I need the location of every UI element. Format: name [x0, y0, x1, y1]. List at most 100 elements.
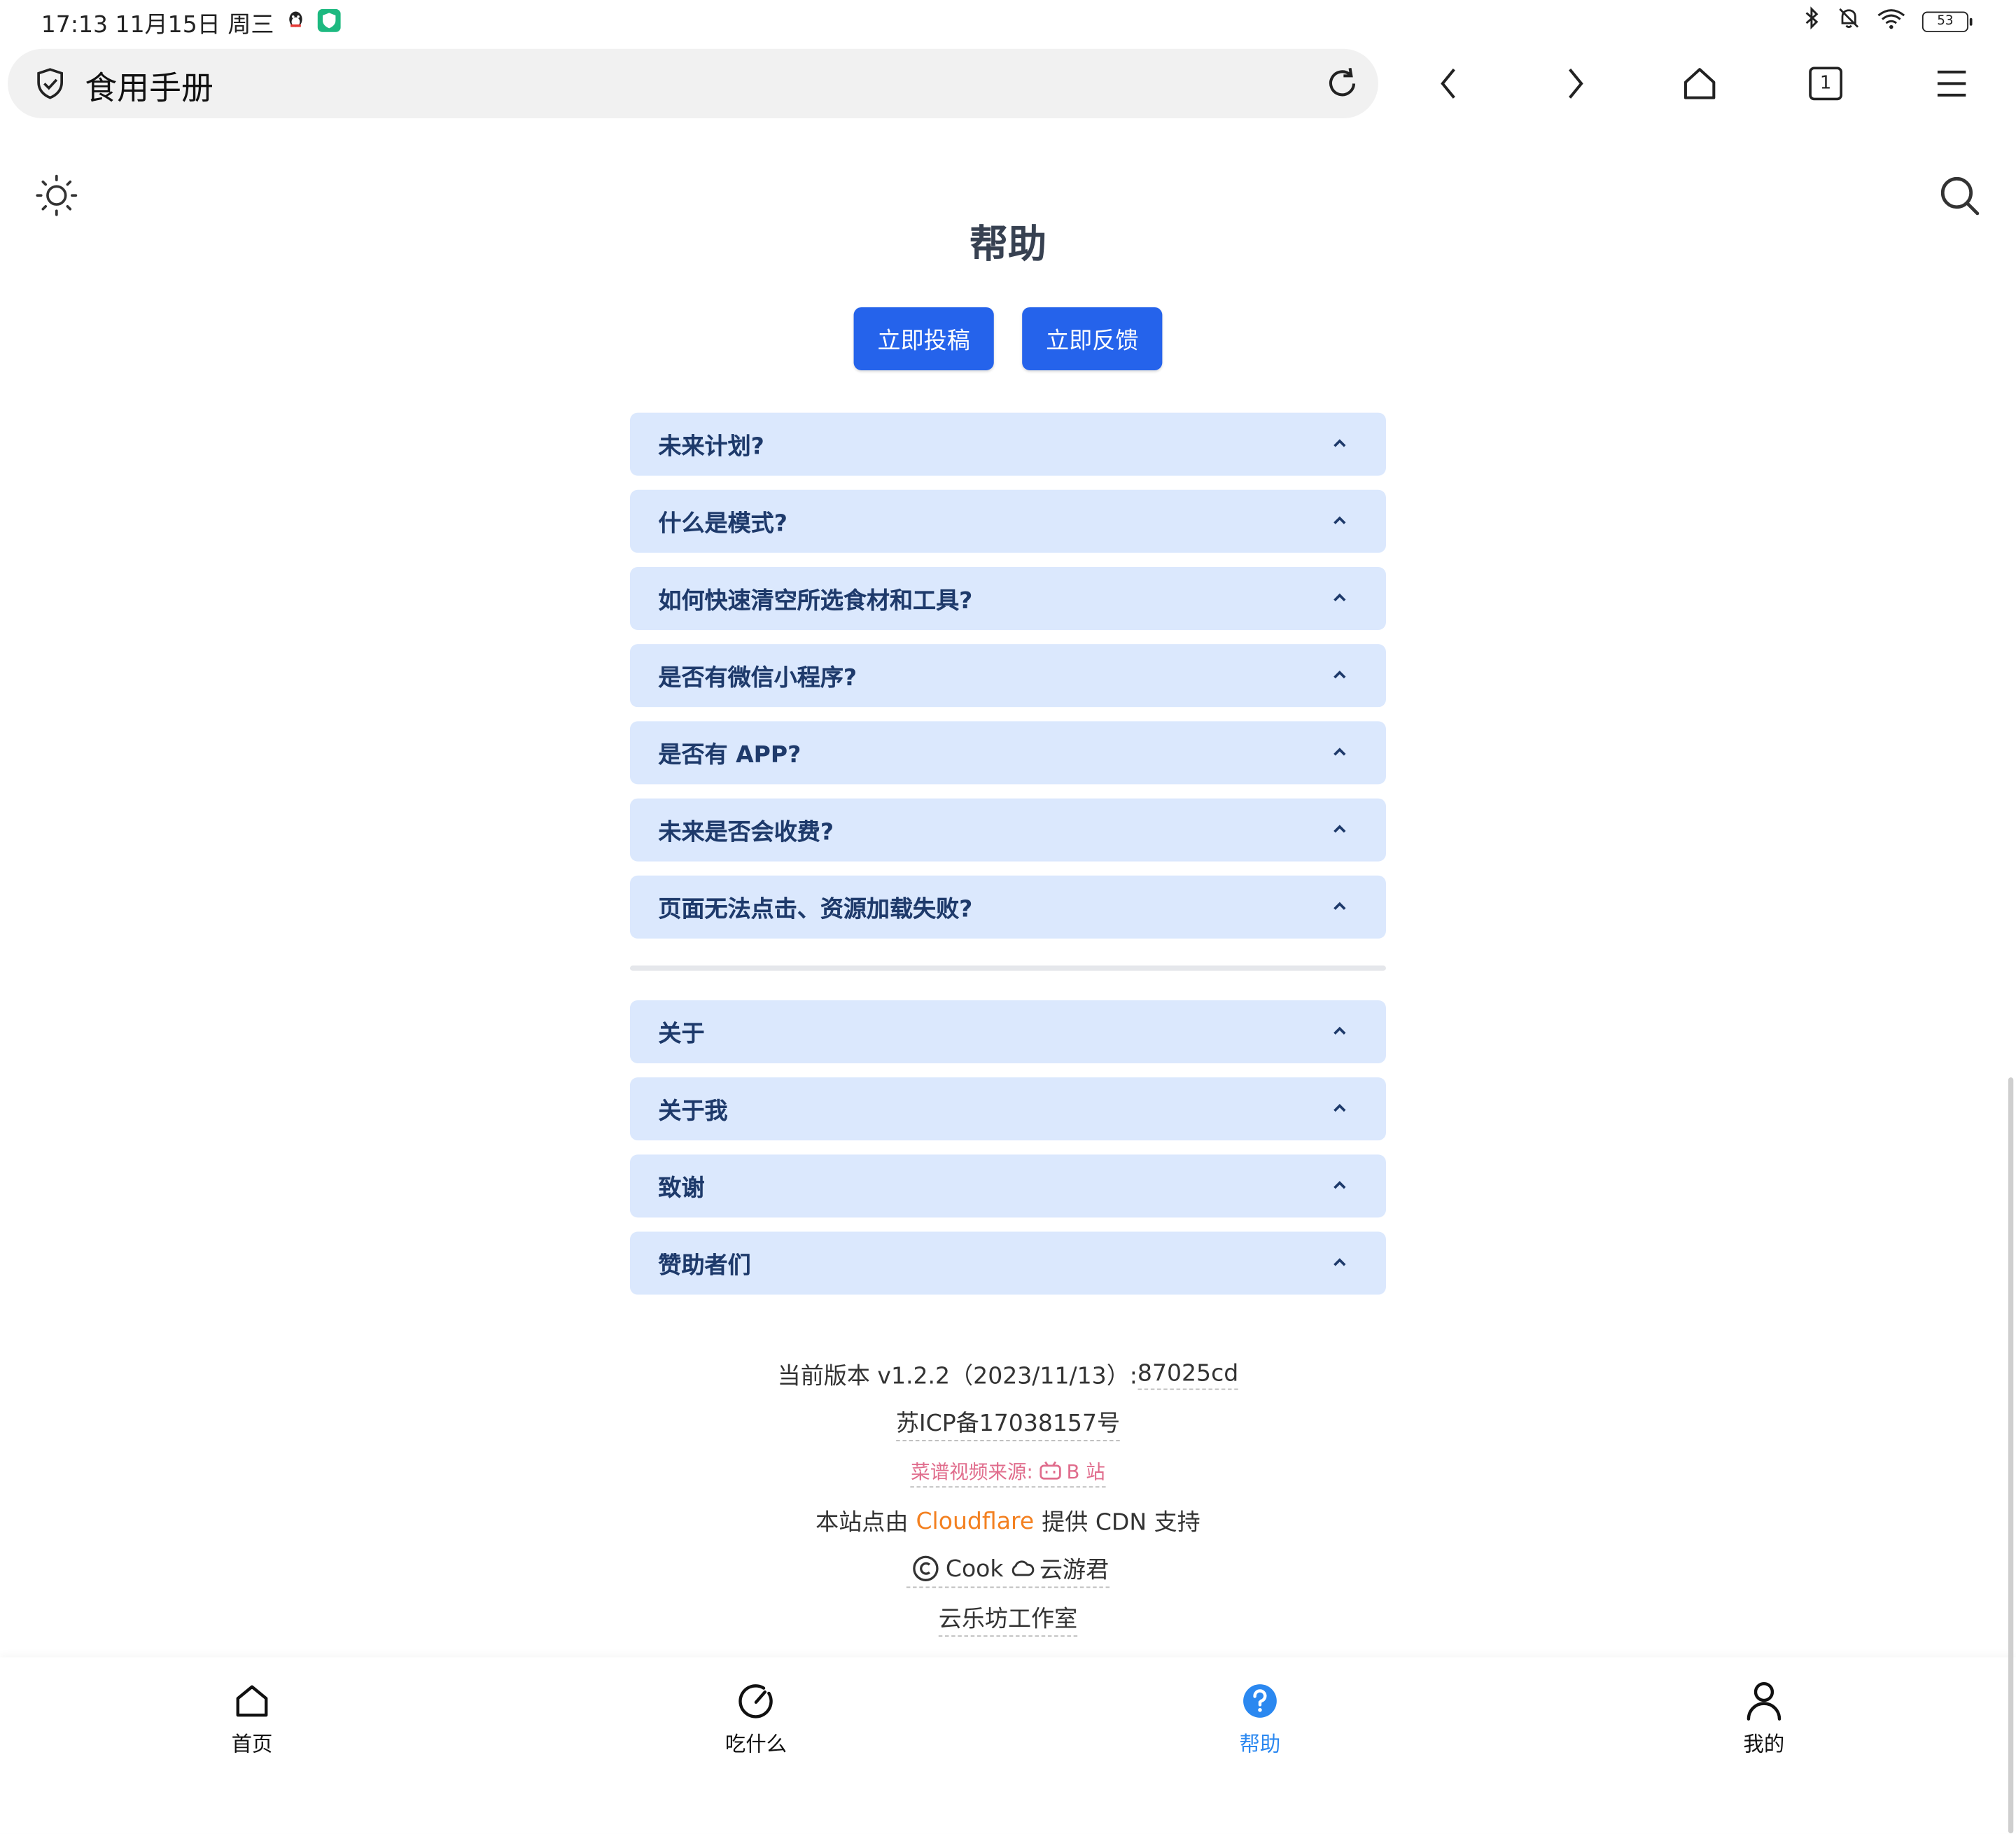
about-item-label: 致谢 — [658, 1175, 705, 1203]
action-buttons: 立即投稿 立即反馈 — [853, 307, 1163, 370]
tab-eat-label: 吃什么 — [724, 1732, 788, 1756]
battery-level: 53 — [1921, 10, 1968, 31]
qq-icon — [287, 10, 305, 37]
forward-button[interactable] — [1552, 60, 1598, 106]
tabs-button[interactable]: 1 — [1802, 60, 1849, 106]
gauge-icon — [692, 1681, 820, 1722]
faq-item-label: 是否有微信小程序? — [658, 664, 858, 692]
faq-item-app[interactable]: 是否有 APP? — [629, 721, 1386, 785]
video-source-link[interactable]: 菜谱视频来源: B 站 — [911, 1457, 1105, 1488]
tab-mine-label: 我的 — [1743, 1732, 1785, 1756]
about-item-about[interactable]: 关于 — [629, 1000, 1386, 1063]
chevron-up-icon — [1334, 670, 1346, 679]
chevron-up-icon — [1334, 1181, 1346, 1189]
copyright-name: Cook — [945, 1555, 1004, 1583]
chevron-up-icon — [1334, 439, 1346, 447]
status-right: 53 — [1801, 6, 1973, 36]
chevron-up-icon — [1334, 593, 1346, 602]
chevron-up-icon — [1334, 902, 1346, 910]
tab-home-label: 首页 — [231, 1732, 273, 1756]
wifi-icon — [1876, 6, 1907, 36]
author-name: 云游君 — [1040, 1557, 1110, 1584]
about-item-thanks[interactable]: 致谢 — [629, 1154, 1386, 1218]
cdn-line: 本站点由 Cloudflare 提供 CDN 支持 — [0, 1497, 2016, 1546]
chevron-up-icon — [1334, 516, 1346, 524]
address-bar[interactable]: 食用手册 — [8, 48, 1378, 118]
chevron-up-icon — [1334, 825, 1346, 833]
home-icon — [188, 1681, 316, 1722]
copyright-link[interactable]: Cook 云游君 — [906, 1552, 1110, 1588]
faq-list: 未来计划? 什么是模式? 如何快速清空所选食材和工具? 是否有微信小程序? 是否… — [629, 412, 1386, 953]
feedback-button[interactable]: 立即反馈 — [1022, 307, 1163, 370]
icp-line: 苏ICP备17038157号 — [0, 1399, 2016, 1448]
chevron-up-icon — [1334, 1103, 1346, 1112]
cdn-suffix: 提供 CDN 支持 — [1042, 1509, 1200, 1536]
status-left: 17:13 11月15日 周三 — [41, 6, 341, 40]
cloudflare-link[interactable]: Cloudflare — [916, 1508, 1034, 1535]
studio-line: 云乐坊工作室 — [0, 1595, 2016, 1644]
battery-tip — [1969, 17, 1973, 25]
about-item-about-me[interactable]: 关于我 — [629, 1077, 1386, 1141]
home-button[interactable] — [1676, 60, 1723, 106]
tab-home[interactable]: 首页 — [188, 1681, 316, 1758]
page-scrollbar[interactable] — [2008, 1077, 2014, 1834]
version-line: 当前版本 v1.2.2（2023/11/13）: 87025cd — [0, 1350, 2016, 1399]
faq-item-label: 什么是模式? — [658, 510, 788, 538]
page-title: 帮助 — [969, 222, 1047, 268]
chevron-up-icon — [1334, 1258, 1346, 1266]
about-item-label: 赞助者们 — [658, 1252, 751, 1280]
screen: 17:13 11月15日 周三 53 食用手册 1 帮助 立即投稿 立即反馈 未… — [0, 0, 2016, 1834]
faq-item-label: 是否有 APP? — [658, 741, 802, 769]
footer: 当前版本 v1.2.2（2023/11/13）: 87025cd 苏ICP备17… — [0, 1350, 2016, 1644]
address-page-title: 食用手册 — [85, 69, 214, 107]
menu-button[interactable] — [1928, 60, 1975, 106]
chevron-right-icon — [1569, 68, 1583, 99]
video-source-line: 菜谱视频来源: B 站 — [0, 1448, 2016, 1497]
tab-eat[interactable]: 吃什么 — [692, 1681, 820, 1758]
home-icon — [1684, 68, 1716, 99]
bottom-tab-bar: 首页 吃什么 帮助 我的 — [0, 1657, 2016, 1834]
tab-count: 1 — [1809, 66, 1842, 101]
submit-recipe-button[interactable]: 立即投稿 — [853, 307, 994, 370]
back-button[interactable] — [1426, 60, 1472, 106]
help-icon — [1196, 1681, 1324, 1722]
status-time-date: 17:13 11月15日 周三 — [41, 11, 274, 39]
faq-item-mini-program[interactable]: 是否有微信小程序? — [629, 644, 1386, 708]
faq-item-mode[interactable]: 什么是模式? — [629, 489, 1386, 553]
bilibili-label: B 站 — [1066, 1460, 1105, 1483]
shield-app-icon — [317, 8, 341, 38]
icp-link[interactable]: 苏ICP备17038157号 — [895, 1406, 1121, 1441]
chevron-up-icon — [1334, 1026, 1346, 1035]
cdn-prefix: 本站点由 — [816, 1509, 909, 1536]
about-item-label: 关于 — [658, 1021, 705, 1048]
faq-item-clear-selection[interactable]: 如何快速清空所选食材和工具? — [629, 566, 1386, 630]
user-icon — [1700, 1681, 1828, 1722]
about-item-sponsors[interactable]: 赞助者们 — [629, 1231, 1386, 1295]
security-shield-icon[interactable] — [34, 67, 67, 106]
video-source-label: 菜谱视频来源: — [911, 1460, 1033, 1483]
about-list: 关于 关于我 致谢 赞助者们 — [629, 1000, 1386, 1309]
copyright-icon — [912, 1555, 940, 1583]
faq-item-label: 页面无法点击、资源加载失败? — [658, 896, 973, 923]
status-bar: 17:13 11月15日 周三 53 — [0, 0, 2016, 43]
battery-indicator: 53 — [1921, 10, 1973, 31]
studio-link[interactable]: 云乐坊工作室 — [938, 1601, 1078, 1637]
chevron-left-icon — [1441, 68, 1455, 99]
bilibili-icon — [1038, 1460, 1061, 1480]
copyright-line: Cook 云游君 — [0, 1546, 2016, 1595]
faq-item-load-failure[interactable]: 页面无法点击、资源加载失败? — [629, 875, 1386, 939]
reload-icon[interactable] — [1324, 66, 1360, 107]
section-divider — [629, 965, 1386, 971]
cloud-icon — [1009, 1558, 1035, 1578]
faq-item-label: 未来是否会收费? — [658, 818, 834, 846]
faq-item-label: 如何快速清空所选食材和工具? — [658, 587, 973, 615]
tab-mine[interactable]: 我的 — [1700, 1681, 1828, 1758]
faq-item-charge[interactable]: 未来是否会收费? — [629, 798, 1386, 862]
about-item-label: 关于我 — [658, 1098, 728, 1126]
chevron-up-icon — [1334, 748, 1346, 756]
version-hash-link[interactable]: 87025cd — [1137, 1359, 1239, 1390]
tab-help-label: 帮助 — [1239, 1732, 1281, 1756]
tab-help[interactable]: 帮助 — [1196, 1681, 1324, 1758]
version-text: 当前版本 v1.2.2（2023/11/13）: — [777, 1362, 1138, 1390]
faq-item-future-plan[interactable]: 未来计划? — [629, 412, 1386, 476]
